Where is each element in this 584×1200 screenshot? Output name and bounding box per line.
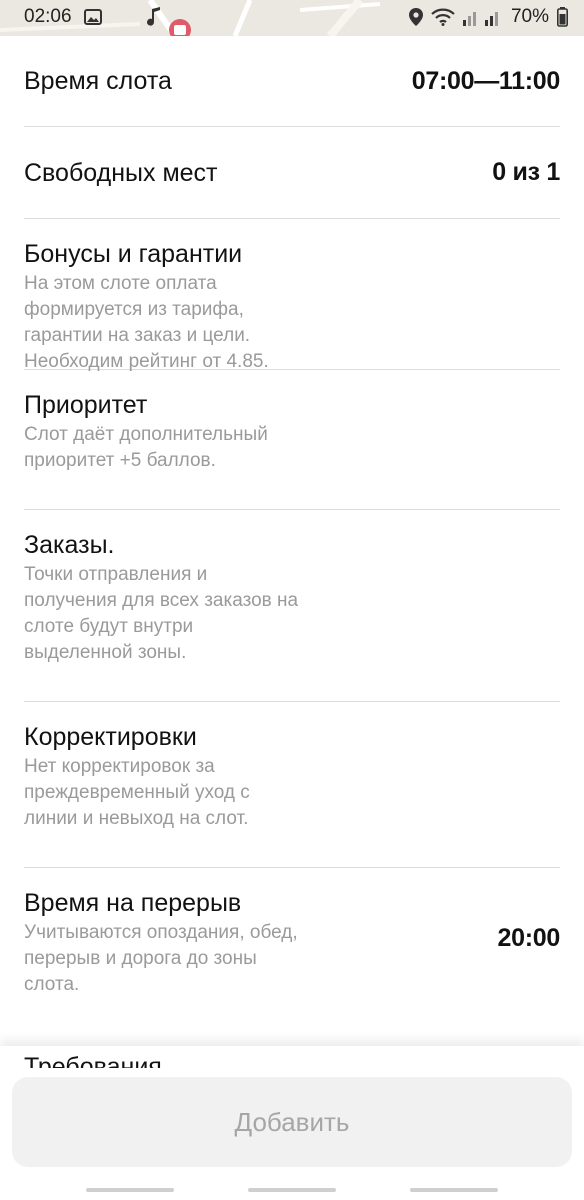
orders-row: Заказы. Точки отправления и получения дл… bbox=[24, 510, 560, 702]
nav-recents-handle[interactable] bbox=[410, 1188, 498, 1192]
corrections-description: Нет корректировок за преждевременный ухо… bbox=[24, 756, 250, 829]
slot-time-value: 07:00—11:00 bbox=[411, 66, 561, 95]
corrections-row: Корректировки Нет корректировок за прежд… bbox=[24, 702, 560, 868]
wifi-icon bbox=[431, 8, 455, 26]
slot-time-row: Время слота 07:00—11:00 bbox=[24, 36, 560, 127]
bonuses-title: Бонусы и гарантии bbox=[24, 240, 243, 268]
bonuses-description: На этом слоте оплата формируется из тари… bbox=[24, 273, 269, 372]
location-pin-icon bbox=[408, 8, 423, 26]
signal-icon bbox=[462, 8, 503, 26]
break-time-description: Учитываются опоздания, обед, перерыв и д… bbox=[24, 922, 298, 995]
break-time-value: 20:00 bbox=[497, 924, 561, 952]
requirements-title-peek: Требования bbox=[24, 1053, 162, 1068]
orders-description: Точки отправления и получения для всех з… bbox=[24, 564, 299, 663]
add-button[interactable]: Добавить bbox=[12, 1077, 572, 1167]
corrections-title: Корректировки bbox=[24, 723, 197, 751]
priority-title: Приоритет bbox=[24, 391, 148, 419]
music-note-icon bbox=[146, 7, 162, 27]
status-time: 02:06 bbox=[24, 6, 72, 27]
free-places-row: Свободных мест 0 из 1 bbox=[24, 127, 560, 219]
battery-text: 70% bbox=[510, 6, 549, 27]
free-places-value: 0 из 1 bbox=[492, 158, 560, 186]
orders-title: Заказы. bbox=[24, 531, 115, 559]
gallery-icon bbox=[83, 9, 102, 25]
system-nav-bar bbox=[0, 1180, 584, 1200]
slot-details: Время слота 07:00—11:00 Свободных мест 0… bbox=[24, 36, 560, 1018]
break-time-row: Время на перерыв Учитываются опоздания, … bbox=[24, 868, 560, 1018]
free-places-label: Свободных мест bbox=[24, 158, 218, 187]
bonuses-row: Бонусы и гарантии На этом слоте оплата ф… bbox=[24, 219, 560, 372]
battery-icon bbox=[557, 7, 568, 27]
nav-home-handle[interactable] bbox=[248, 1188, 336, 1192]
nav-back-handle[interactable] bbox=[86, 1188, 174, 1192]
priority-description: Слот даёт дополнительный приоритет +5 ба… bbox=[24, 424, 268, 471]
status-bar: 02:06 70% bbox=[0, 0, 584, 36]
break-time-title: Время на перерыв bbox=[24, 889, 242, 917]
priority-row: Приоритет Слот даёт дополнительный приор… bbox=[24, 370, 560, 510]
slot-time-label: Время слота bbox=[24, 67, 172, 95]
